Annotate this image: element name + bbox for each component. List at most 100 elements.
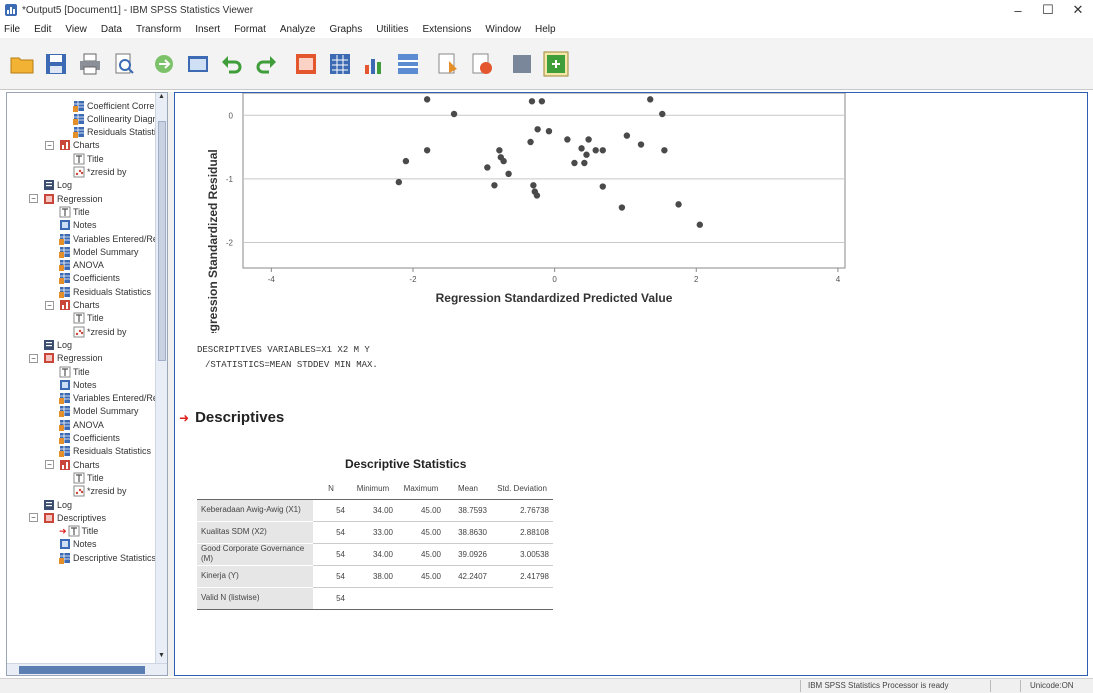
outline-item[interactable]: Notes	[59, 378, 97, 391]
outline-item[interactable]: Model Summary	[59, 405, 139, 418]
outline-item[interactable]: Charts	[59, 299, 100, 312]
outline-item[interactable]: ➜ Title	[59, 525, 98, 538]
outline-item[interactable]: Notes	[59, 219, 97, 232]
designate-window-icon[interactable]	[434, 50, 462, 78]
scatter-point	[659, 110, 666, 118]
outline-vertical-scrollbar[interactable]: ▲ ▼	[155, 93, 167, 663]
menu-transform[interactable]: Transform	[136, 24, 181, 35]
outline-item[interactable]: Notes	[59, 538, 97, 551]
outline-item[interactable]: Coefficients	[59, 432, 120, 445]
menu-data[interactable]: Data	[101, 24, 122, 35]
menu-extensions[interactable]: Extensions	[422, 24, 471, 35]
outline-item[interactable]: Regression	[43, 192, 103, 205]
recall-dialog-icon[interactable]	[184, 50, 212, 78]
menu-bar: File Edit View Data Transform Insert For…	[0, 20, 1093, 38]
menu-window[interactable]: Window	[485, 24, 521, 35]
log-icon	[44, 499, 54, 510]
outline-item[interactable]: ANOVA	[59, 259, 104, 272]
goto-case-icon[interactable]	[326, 50, 354, 78]
tree-expander-icon[interactable]: −	[29, 353, 38, 363]
outline-item[interactable]: Charts	[59, 139, 100, 152]
outline-item[interactable]: Title	[73, 471, 104, 484]
close-button[interactable]: ✕	[1063, 0, 1093, 20]
outline-scroll-thumb[interactable]	[158, 121, 166, 361]
goto-data-icon[interactable]	[292, 50, 320, 78]
outline-horizontal-scrollbar[interactable]	[7, 663, 167, 675]
outline-item[interactable]: Log	[43, 338, 72, 351]
toolbar	[0, 38, 1093, 90]
outline-item[interactable]: Residuals Statistics	[59, 285, 151, 298]
tree-expander-icon[interactable]: −	[45, 460, 54, 470]
outline-item[interactable]: *zresid by	[73, 166, 127, 179]
outline-item[interactable]: Residuals Statistics	[73, 126, 165, 139]
table-icon	[59, 419, 70, 431]
outline-item[interactable]: Coefficient Correlations	[73, 99, 167, 112]
undo-icon[interactable]	[218, 50, 246, 78]
descriptive-statistics-table[interactable]: N Minimum Maximum Mean Std. Deviation Ke…	[197, 479, 553, 610]
open-folder-icon[interactable]	[8, 50, 36, 78]
outline-item[interactable]: Log	[43, 498, 72, 511]
print-icon[interactable]	[76, 50, 104, 78]
cell-sd: 3.00538	[491, 543, 553, 566]
menu-utilities[interactable]: Utilities	[376, 24, 408, 35]
outline-item[interactable]: Variables Entered/Removed	[59, 232, 167, 245]
show-all-icon[interactable]	[508, 50, 536, 78]
maximize-button[interactable]: ☐	[1033, 0, 1063, 20]
variables-icon[interactable]	[360, 50, 388, 78]
export-icon[interactable]	[150, 50, 178, 78]
tree-expander-icon[interactable]: −	[45, 300, 54, 310]
redo-icon[interactable]	[252, 50, 280, 78]
split-file-icon[interactable]	[394, 50, 422, 78]
tree-expander-icon[interactable]: −	[29, 513, 38, 523]
outline-item[interactable]: Descriptives	[43, 511, 106, 524]
outline-item[interactable]: Regression	[43, 352, 103, 365]
title-icon	[59, 206, 71, 218]
scroll-up-arrow-icon[interactable]: ▲	[156, 93, 167, 104]
output-content-pane[interactable]: 0 -1 -2 -4 -2 0 2 4 Regression Standardized Pred…	[174, 92, 1088, 676]
outline-pane[interactable]: Coefficient CorrelationsCollinearity Dia…	[6, 92, 168, 676]
outline-item[interactable]: Log	[43, 179, 72, 192]
menu-help[interactable]: Help	[535, 24, 556, 35]
menu-file[interactable]: File	[4, 24, 20, 35]
outline-item[interactable]: *zresid by	[73, 485, 127, 498]
x-axis-title: Regression Standardized Predicted Value	[436, 291, 673, 305]
menu-view[interactable]: View	[65, 24, 87, 35]
log-icon	[44, 339, 54, 350]
spss-viewer-window: *Output5 [Document1] - IBM SPSS Statisti…	[0, 0, 1093, 693]
cell-max: 45.00	[397, 543, 445, 566]
outline-item[interactable]: Title	[59, 365, 90, 378]
outline-item[interactable]: Residuals Statistics	[59, 445, 151, 458]
scatter-plot[interactable]: 0 -1 -2 -4 -2 0 2 4 Regression Standardized Pred…	[175, 93, 875, 333]
outline-item[interactable]: *zresid by	[73, 325, 127, 338]
scatter-point	[581, 159, 588, 167]
minimize-button[interactable]: –	[1003, 0, 1033, 20]
scroll-down-arrow-icon[interactable]: ▼	[156, 652, 167, 663]
descriptives-heading[interactable]: ➜ Descriptives	[179, 409, 284, 426]
print-preview-icon[interactable]	[110, 50, 138, 78]
insert-output-icon[interactable]	[542, 50, 570, 78]
outline-item-label: Title	[81, 526, 99, 537]
outline-item[interactable]: Variables Entered/Removed	[59, 392, 167, 405]
y-tick-label: 0	[229, 111, 234, 120]
menu-analyze[interactable]: Analyze	[280, 24, 316, 35]
tree-expander-icon[interactable]: −	[45, 140, 54, 150]
outline-item[interactable]: Charts	[59, 458, 100, 471]
outline-item[interactable]: Coefficients	[59, 272, 120, 285]
outline-hscroll-thumb[interactable]	[19, 666, 145, 674]
outline-item[interactable]: Title	[73, 152, 104, 165]
tree-expander-icon[interactable]: −	[29, 194, 38, 204]
menu-insert[interactable]: Insert	[195, 24, 220, 35]
scatter-point	[496, 147, 503, 154]
menu-edit[interactable]: Edit	[34, 24, 51, 35]
cell-n: 54	[313, 543, 349, 566]
select-cases-icon[interactable]	[468, 50, 496, 78]
outline-item[interactable]: Descriptive Statistics	[59, 551, 156, 564]
menu-format[interactable]: Format	[234, 24, 266, 35]
outline-item[interactable]: ANOVA	[59, 418, 104, 431]
outline-item[interactable]: Model Summary	[59, 245, 139, 258]
outline-item[interactable]: Title	[59, 205, 90, 218]
save-icon[interactable]	[42, 50, 70, 78]
outline-item[interactable]: Title	[73, 312, 104, 325]
menu-graphs[interactable]: Graphs	[329, 24, 362, 35]
outline-item[interactable]: Collinearity Diagnostics	[73, 112, 167, 125]
